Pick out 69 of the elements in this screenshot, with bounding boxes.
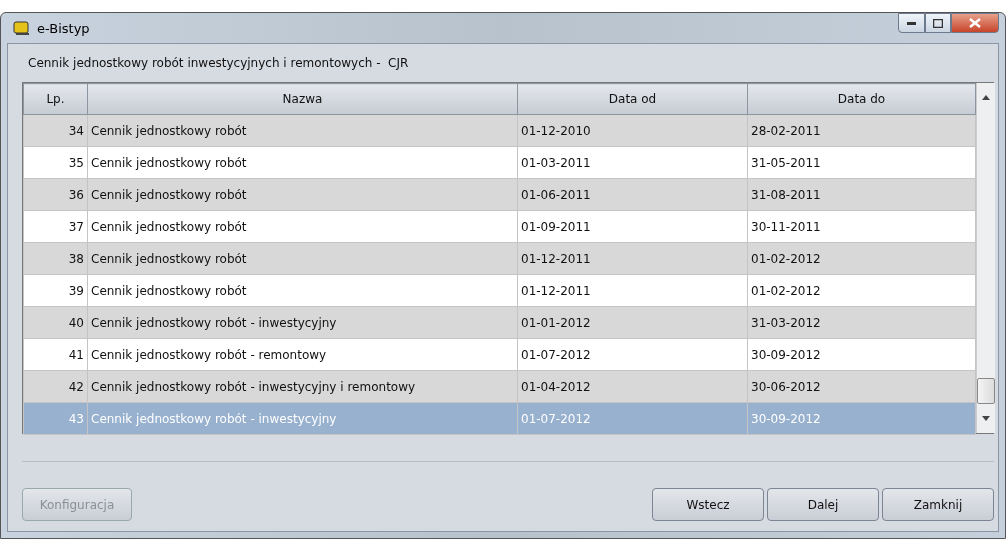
table-cell: Cennik jednostkowy robót	[87, 178, 518, 211]
scroll-up-icon[interactable]	[982, 95, 990, 100]
minimize-button[interactable]	[898, 13, 925, 33]
table-cell: 41	[23, 338, 88, 371]
table-cell: Cennik jednostkowy robót	[87, 210, 518, 243]
table-cell: 01-07-2012	[517, 338, 748, 371]
table-row[interactable]: 40 Cennik jednostkowy robót - inwestycyjny 01-01-2012 31-03-2012	[23, 306, 976, 339]
table-cell: 30-09-2012	[747, 338, 976, 371]
column-header[interactable]: Data do	[747, 83, 976, 115]
table-cell: 01-12-2011	[517, 242, 748, 275]
table-cell: 31-08-2011	[747, 178, 976, 211]
table-cell: 42	[23, 370, 88, 403]
window-title: e-Bistyp	[37, 20, 90, 36]
table-row[interactable]: 38 Cennik jednostkowy robót 01-12-2011 01-02-2012	[23, 242, 976, 275]
table-cell: 01-01-2012	[517, 306, 748, 339]
app-icon	[13, 20, 31, 36]
table-cell: 01-09-2011	[517, 210, 748, 243]
table-cell: 01-12-2011	[517, 274, 748, 307]
table-row[interactable]: 39 Cennik jednostkowy robót 01-12-2011 01-02-2012	[23, 274, 976, 307]
close-button[interactable]	[951, 13, 999, 33]
dialog-button[interactable]: Zamknij	[882, 488, 994, 521]
table-row[interactable]: 35 Cennik jednostkowy robót 01-03-2011 31-05-2011	[23, 146, 976, 179]
column-header[interactable]: Data od	[517, 83, 748, 115]
table-cell: Cennik jednostkowy robót - remontowy	[87, 338, 518, 371]
maximize-button[interactable]	[925, 13, 951, 33]
table-cell: 01-06-2011	[517, 178, 748, 211]
table-row[interactable]: 41 Cennik jednostkowy robót - remontowy 01-07-2012 30-09-2012	[23, 338, 976, 371]
table-cell: 31-05-2011	[747, 146, 976, 179]
table-cell: Cennik jednostkowy robót - inwestycyjny	[87, 402, 518, 435]
table-row[interactable]: 36 Cennik jednostkowy robót 01-06-2011 31-08-2011	[23, 178, 976, 211]
table-cell: Cennik jednostkowy robót	[87, 146, 518, 179]
table-cell: Cennik jednostkowy robót	[87, 274, 518, 307]
scroll-down-icon[interactable]	[982, 416, 990, 421]
page-heading: Cennik jednostkowy robót inwestycyjnych i remontowych - CJR	[27, 55, 410, 72]
close-icon	[969, 18, 981, 28]
column-header[interactable]: Nazwa	[87, 83, 518, 115]
column-header[interactable]: Lp.	[23, 83, 88, 115]
table-cell: 40	[23, 306, 88, 339]
table-cell: 38	[23, 242, 88, 275]
table-cell: 01-02-2012	[747, 274, 976, 307]
table-cell: 30-09-2012	[747, 402, 976, 435]
table-row[interactable]: 42 Cennik jednostkowy robót - inwestycyjny i remontowy 01-04-2012 30-06-2012	[23, 370, 976, 403]
table-cell: Cennik jednostkowy robót - inwestycyjny i remontowy	[87, 370, 518, 403]
dialog-button[interactable]: Wstecz	[652, 488, 764, 521]
maximize-icon	[933, 18, 943, 28]
table-cell: Cennik jednostkowy robót - inwestycyjny	[87, 306, 518, 339]
table-cell: 30-11-2011	[747, 210, 976, 243]
table-cell: 39	[23, 274, 88, 307]
scrollbar-thumb[interactable]	[977, 378, 995, 404]
minimize-icon	[907, 21, 916, 25]
table-cell: Cennik jednostkowy robót	[87, 242, 518, 275]
table-cell: 01-07-2012	[517, 402, 748, 435]
table-cell: Cennik jednostkowy robót	[87, 114, 518, 147]
table-cell: 35	[23, 146, 88, 179]
table-cell: 01-12-2010	[517, 114, 748, 147]
table-row[interactable]: 34 Cennik jednostkowy robót 01-12-2010 28-02-2011	[23, 114, 976, 147]
table-cell: 37	[23, 210, 88, 243]
table-cell: 36	[23, 178, 88, 211]
table-cell: 01-03-2011	[517, 146, 748, 179]
dialog-button[interactable]: Dalej	[767, 488, 879, 521]
table-cell: 31-03-2012	[747, 306, 976, 339]
table-cell: 01-04-2012	[517, 370, 748, 403]
table-row[interactable]: 37 Cennik jednostkowy robót 01-09-2011 30-11-2011	[23, 210, 976, 243]
table-cell: 28-02-2011	[747, 114, 976, 147]
table-cell: 01-02-2012	[747, 242, 976, 275]
table-cell: 43	[23, 402, 88, 435]
table-cell: 30-06-2012	[747, 370, 976, 403]
table-cell: 34	[23, 114, 88, 147]
vertical-scrollbar[interactable]	[976, 83, 995, 433]
